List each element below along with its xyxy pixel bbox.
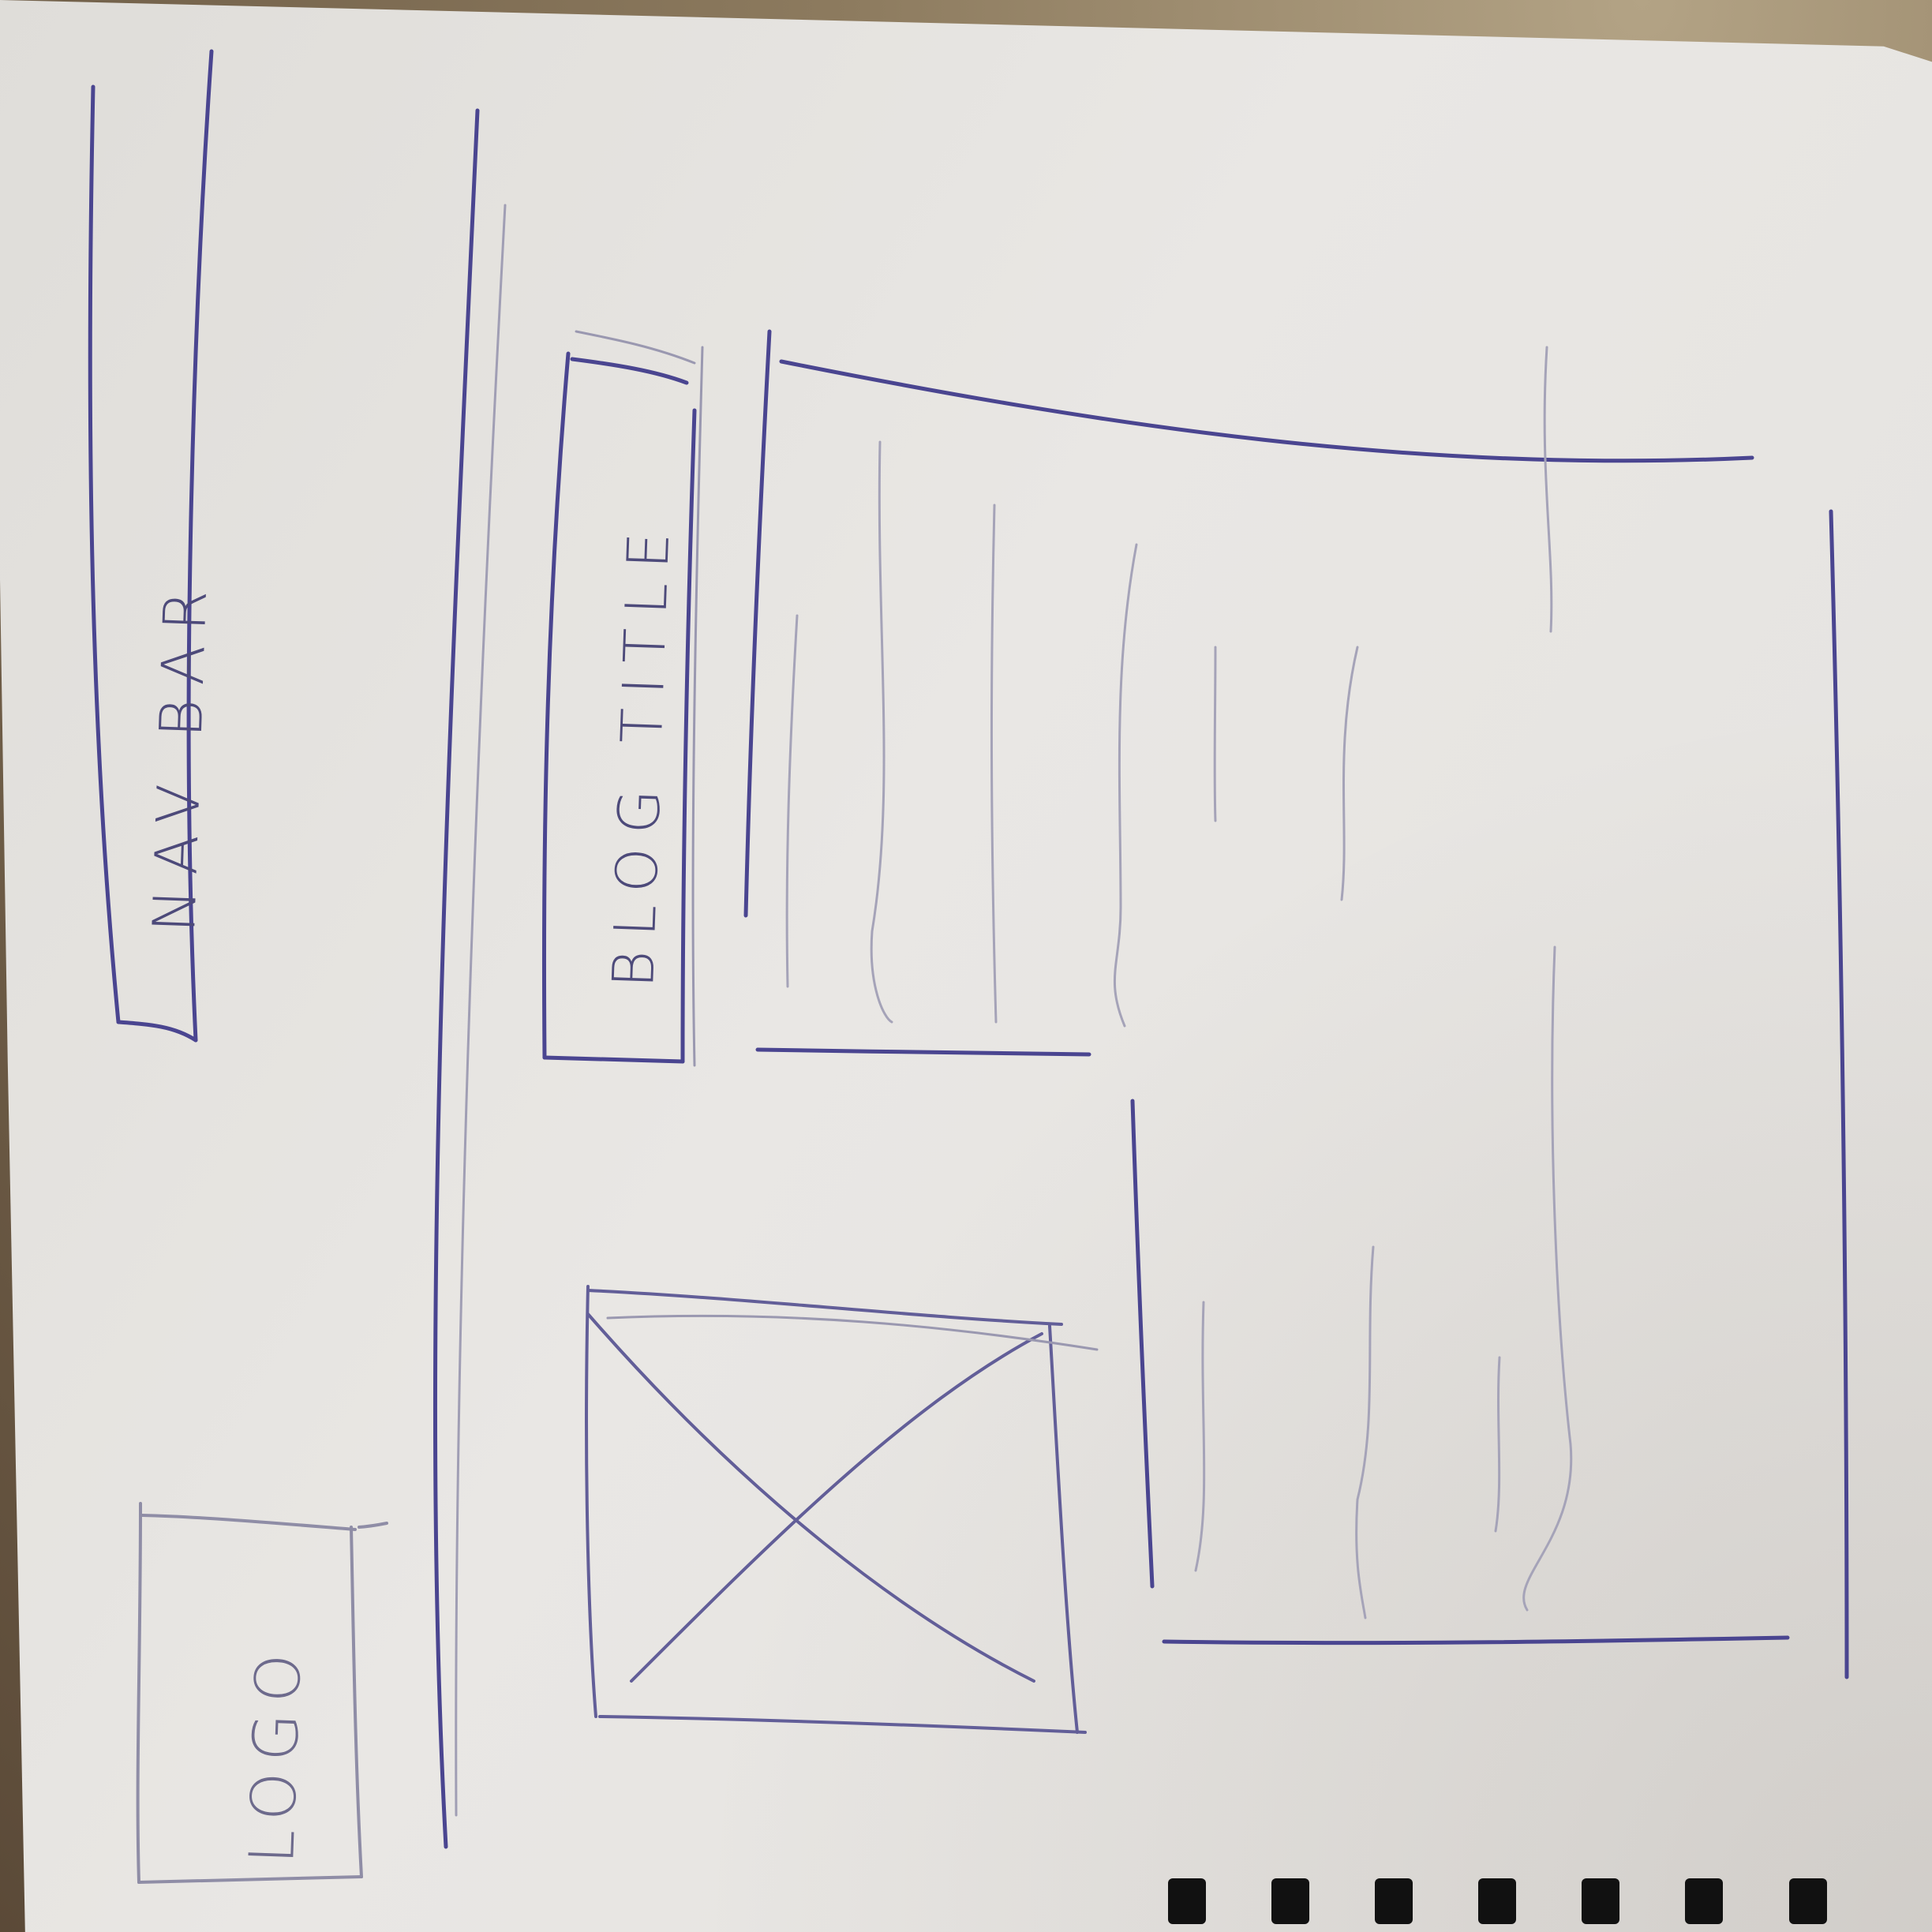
notebook-ring-holes (1168, 1878, 1889, 1927)
ring-hole (1271, 1878, 1310, 1924)
ring-hole (1375, 1878, 1413, 1924)
wireframe-sketch (88, 49, 1849, 1884)
ring-hole (1685, 1878, 1724, 1924)
text-lines-bottom (1194, 1245, 1501, 1619)
nav-bar-label: NAV BAR (140, 575, 221, 934)
blog-title-box-pencil (575, 330, 696, 365)
content-frame-bottom (1130, 1099, 1790, 1646)
ring-hole (1582, 1878, 1620, 1924)
text-lines-top (785, 346, 1573, 1612)
logo-label: LOGO (237, 1642, 316, 1866)
content-frame-top (743, 329, 1849, 1679)
ring-hole (1788, 1878, 1827, 1924)
ring-hole (1478, 1878, 1517, 1924)
image-placeholder-icon (585, 1285, 1099, 1734)
ring-hole (1168, 1878, 1206, 1924)
